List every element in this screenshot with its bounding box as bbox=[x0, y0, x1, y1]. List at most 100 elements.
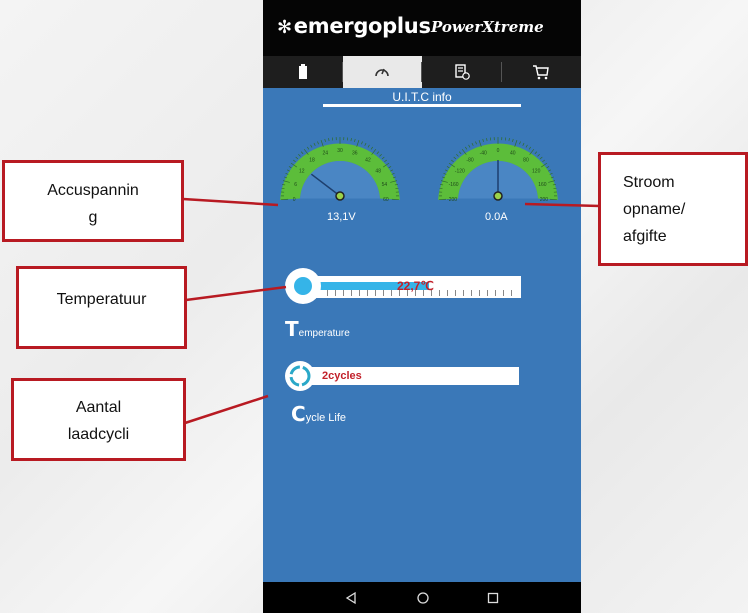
voltage-gauge-tick bbox=[376, 151, 380, 155]
cycle-label-rest: ycle Life bbox=[305, 412, 347, 424]
home-circle-icon bbox=[417, 592, 429, 604]
tab-shop[interactable] bbox=[502, 56, 582, 88]
section-underline bbox=[323, 104, 521, 107]
current-gauge-tick-label: -40 bbox=[480, 150, 487, 156]
back-button[interactable] bbox=[341, 588, 361, 608]
tab-info[interactable] bbox=[342, 56, 422, 88]
current-gauge-tick bbox=[456, 153, 459, 157]
current-gauge: -200-160-120-80-40 0 4080120160200 bbox=[438, 137, 558, 203]
temperature-label-rest: emperature bbox=[298, 328, 350, 339]
current-gauge-tick bbox=[458, 151, 462, 155]
voltage-gauge-tick-label: 12 bbox=[299, 168, 305, 174]
section-title: U.I.T.C info bbox=[392, 90, 452, 104]
current-gauge-tick bbox=[468, 144, 471, 148]
document-info-icon bbox=[455, 64, 470, 80]
voltage-gauge-tick bbox=[306, 146, 310, 150]
current-gauge-tick bbox=[446, 166, 450, 169]
callout-cycles: Aantal laadcycli bbox=[11, 378, 186, 461]
voltage-gauge-tick bbox=[320, 140, 324, 147]
current-gauge-tick bbox=[453, 156, 457, 160]
current-gauge-tick bbox=[514, 140, 518, 147]
temperature-value: 22,7℃ bbox=[397, 279, 434, 293]
brand-logo: ✻emergoplus bbox=[277, 14, 431, 38]
current-gauge-tick bbox=[512, 138, 514, 142]
voltage-gauge-tick bbox=[300, 151, 304, 155]
current-gauge-tick bbox=[464, 146, 468, 150]
voltage-gauge-tick bbox=[361, 141, 363, 145]
callout-cycles-line2: laadcycli bbox=[67, 426, 130, 443]
cart-icon bbox=[533, 65, 550, 80]
voltage-gauge-tick bbox=[288, 166, 292, 169]
voltage-gauge-tick bbox=[390, 169, 394, 172]
voltage-gauge-tick-label: 36 bbox=[352, 150, 358, 156]
voltage-gauge-tick bbox=[384, 159, 387, 163]
tab-bar bbox=[263, 56, 581, 88]
current-gauge-tick bbox=[461, 148, 467, 155]
voltage-gauge-tick bbox=[328, 138, 330, 142]
voltage-gauge: 0 6 12 18 24 30 36 42 48 54 60 bbox=[280, 137, 400, 203]
battery-icon bbox=[298, 64, 307, 79]
voltage-gauge-tick bbox=[381, 156, 385, 160]
current-gauge-tick bbox=[478, 140, 482, 147]
current-gauge-tick-label: -200 bbox=[447, 197, 457, 203]
voltage-gauge-tick bbox=[298, 153, 301, 157]
tab-battery[interactable] bbox=[263, 56, 343, 88]
voltage-gauge-tick bbox=[293, 159, 296, 163]
current-gauge-tick bbox=[519, 141, 521, 145]
current-gauge-tick bbox=[548, 169, 552, 172]
callout-current-line1: Stroom bbox=[623, 174, 675, 191]
voltage-gauge-tick bbox=[371, 148, 377, 155]
voltage-gauge-tick bbox=[379, 153, 382, 157]
voltage-gauge-tick bbox=[367, 144, 370, 148]
tab-documents[interactable] bbox=[422, 56, 502, 88]
current-gauge-tick-label: -80 bbox=[466, 157, 473, 163]
voltage-gauge-tick bbox=[295, 156, 299, 160]
home-button[interactable] bbox=[413, 588, 433, 608]
current-gauge-tick bbox=[528, 146, 532, 150]
temperature-label-initial: T bbox=[285, 317, 299, 341]
voltage-gauge-tick bbox=[317, 141, 319, 145]
voltage-gauge-tick-label: 0 bbox=[293, 197, 296, 203]
current-gauge-tick bbox=[529, 148, 535, 155]
current-gauge-tick bbox=[534, 151, 538, 155]
current-gauge-hub bbox=[493, 191, 503, 201]
temperature-label: Temperature bbox=[285, 317, 350, 341]
current-gauge-tick-label: 0 bbox=[497, 148, 500, 154]
voltage-gauge-tick bbox=[286, 169, 290, 172]
recents-button[interactable] bbox=[483, 588, 503, 608]
current-gauge-tick bbox=[451, 159, 454, 163]
voltage-gauge-tick-label: 60 bbox=[383, 197, 389, 203]
voltage-gauge-tick bbox=[354, 138, 356, 142]
current-gauge-tick-label: 40 bbox=[510, 150, 516, 156]
current-gauge-tick-label: 120 bbox=[532, 168, 541, 174]
voltage-gauge-hub bbox=[335, 191, 345, 201]
voltage-gauge-tick-label: 30 bbox=[337, 148, 343, 154]
callout-voltage-line1: Accuspannin bbox=[47, 182, 139, 199]
voltage-gauge-tick bbox=[310, 144, 313, 148]
cycle-label: Cycle Life bbox=[291, 402, 346, 426]
callout-cycles-line1: Aantal bbox=[75, 399, 122, 416]
brand-star-icon: ✻ bbox=[277, 17, 292, 38]
cycle-label-initial: C bbox=[291, 402, 306, 426]
voltage-gauge-tick-label: 54 bbox=[382, 182, 388, 188]
current-gauge-tick bbox=[444, 169, 448, 172]
voltage-gauge-tick bbox=[356, 140, 360, 147]
current-gauge-tick-label: 80 bbox=[523, 157, 529, 163]
current-gauge-tick bbox=[522, 142, 525, 146]
brand-name: emergoplus bbox=[293, 14, 431, 38]
current-gauge-tick bbox=[542, 159, 545, 163]
voltage-gauge-tick bbox=[313, 142, 316, 146]
current-gauge-tick bbox=[475, 141, 477, 145]
callout-voltage-line2: g bbox=[88, 209, 98, 226]
voltage-gauge-tick-label: 18 bbox=[309, 157, 315, 163]
current-gauge-tick bbox=[482, 138, 484, 142]
voltage-gauge-tick bbox=[364, 142, 367, 146]
voltage-gauge-tick-label: 24 bbox=[322, 150, 328, 156]
current-gauge-tick bbox=[486, 138, 488, 142]
current-gauge-tick-label: -160 bbox=[449, 182, 459, 188]
recents-square-icon bbox=[487, 592, 499, 604]
callout-current-line3: afgifte bbox=[623, 228, 667, 245]
voltage-gauge-tick-label: 48 bbox=[375, 168, 381, 174]
back-triangle-icon bbox=[345, 591, 356, 605]
callout-voltage: Accuspannin g bbox=[2, 160, 184, 242]
